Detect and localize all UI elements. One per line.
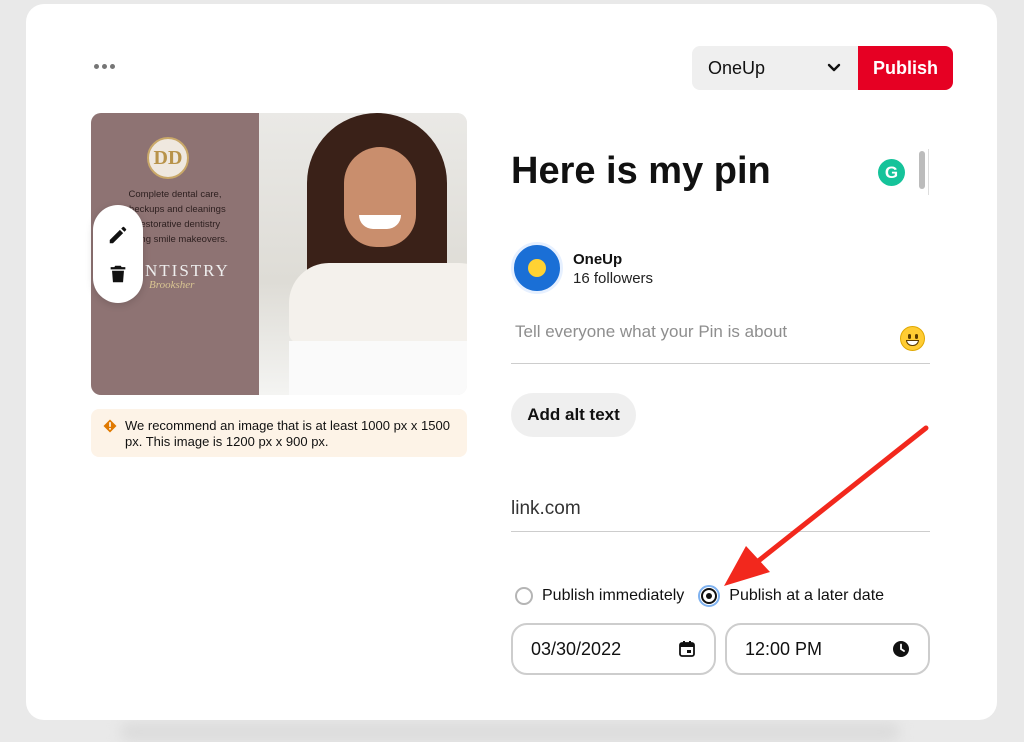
time-value: 12:00 PM [745, 638, 823, 659]
image-edit-toolbar [93, 205, 143, 303]
card-shadow [120, 722, 900, 742]
grammarly-icon[interactable]: G [878, 159, 905, 186]
account-name: OneUp [573, 251, 623, 268]
chevron-down-icon [827, 63, 841, 72]
radio-publish-immediately[interactable] [515, 587, 533, 605]
account-followers: 16 followers [573, 270, 654, 287]
pencil-icon[interactable] [107, 224, 129, 246]
publish-schedule-options: Publish immediately Publish at a later d… [515, 585, 898, 607]
warning-text: We recommend an image that is at least 1… [125, 418, 450, 449]
date-picker[interactable]: 03/30/2022 [511, 623, 716, 675]
emoji-icon[interactable] [900, 326, 925, 351]
image-size-warning: We recommend an image that is at least 1… [91, 409, 467, 457]
avatar [511, 242, 563, 294]
description-input[interactable] [511, 314, 881, 350]
board-select[interactable]: OneUp [692, 46, 858, 90]
publish-later-label: Publish at a later date [729, 587, 885, 604]
description-field [511, 314, 930, 364]
clock-icon [893, 641, 909, 657]
calendar-icon [679, 641, 695, 657]
brand-signature: Brooksher [149, 279, 195, 291]
more-options-icon[interactable] [94, 64, 115, 69]
trash-icon[interactable] [107, 263, 129, 285]
woman-photo [289, 113, 467, 395]
ad-line: Complete dental care, [128, 189, 222, 200]
date-value: 03/30/2022 [531, 638, 622, 659]
pin-title[interactable]: Here is my pin [511, 150, 771, 193]
publish-button[interactable]: Publish [858, 46, 953, 90]
link-field [511, 492, 930, 532]
photo-background [259, 113, 467, 395]
dental-logo: DD [147, 137, 189, 179]
time-picker[interactable]: 12:00 PM [725, 623, 930, 675]
publish-immediately-label: Publish immediately [542, 587, 685, 604]
link-input[interactable] [511, 492, 930, 526]
board-select-value: OneUp [708, 57, 766, 78]
add-alt-text-button[interactable]: Add alt text [511, 393, 636, 437]
brand-name: NTISTRY [145, 261, 230, 280]
title-scrollbar[interactable] [915, 149, 929, 195]
radio-publish-later[interactable] [698, 585, 721, 607]
warning-icon [103, 419, 117, 433]
pin-image: DD Complete dental care, checkups and cl… [91, 113, 467, 395]
